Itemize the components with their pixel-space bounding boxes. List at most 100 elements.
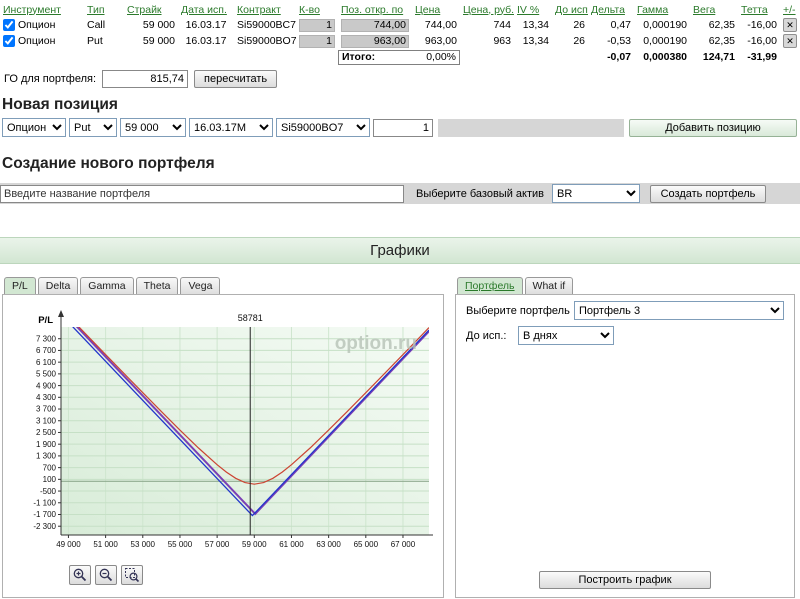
col-header-open-price[interactable]: Поз. откр. по: [341, 4, 403, 16]
create-portfolio-button[interactable]: Создать портфель: [650, 184, 766, 203]
pl-chart-panel: P/L Delta Gamma Theta Vega 58781 7 300 6 7…: [2, 277, 444, 598]
row-enabled-checkbox[interactable]: [3, 35, 15, 47]
svg-text:1 900: 1 900: [36, 440, 57, 449]
cell-instrument: Опцион: [0, 35, 84, 47]
svg-text:58781: 58781: [238, 313, 263, 323]
col-header-type[interactable]: Тип: [87, 4, 105, 16]
svg-text:-500: -500: [40, 487, 57, 496]
col-header-iv[interactable]: IV %: [517, 4, 539, 16]
recalculate-button[interactable]: пересчитать: [194, 70, 278, 88]
cell-type: Call: [87, 19, 106, 31]
delete-row-button[interactable]: ✕: [783, 18, 797, 32]
panels-area: P/L Delta Gamma Theta Vega 58781 7 300 6 7…: [0, 277, 800, 599]
totals-box: Итого: 0,00%: [338, 49, 460, 65]
tab-delta[interactable]: Delta: [37, 277, 79, 294]
col-header-vega[interactable]: Вега: [693, 4, 715, 16]
select-portfolio-label: Выберите портфель: [466, 304, 570, 317]
col-header-days[interactable]: До исп.: [555, 4, 588, 16]
totals-theta: -31,99: [747, 51, 777, 63]
margin-input[interactable]: [102, 70, 189, 88]
svg-text:61 000: 61 000: [279, 540, 304, 549]
cell-gamma: 0,000190: [643, 19, 687, 31]
call-put-select[interactable]: Put: [69, 118, 117, 137]
zoom-out-icon: [99, 568, 113, 582]
zoom-in-button[interactable]: [69, 565, 91, 585]
portfolio-body: Выберите портфель Портфель 3 До исп.: В …: [455, 294, 795, 598]
cell-contract: Si59000BO7: [237, 35, 296, 47]
tab-portfolio[interactable]: Портфель: [457, 277, 523, 294]
totals-delta: -0,07: [607, 51, 631, 63]
svg-text:1 300: 1 300: [36, 452, 57, 461]
cell-delete: ✕: [780, 34, 798, 48]
contract-select[interactable]: Si59000BO7: [276, 118, 370, 137]
svg-text:3 100: 3 100: [36, 416, 57, 425]
col-header-qty[interactable]: К-во: [299, 4, 320, 16]
new-qty-input[interactable]: [373, 118, 433, 137]
tab-what-if[interactable]: What if: [524, 277, 574, 294]
tab-theta[interactable]: Theta: [135, 277, 179, 294]
col-header-price[interactable]: Цена: [415, 4, 440, 16]
col-header-instrument[interactable]: Инструмент: [3, 4, 61, 16]
add-position-button[interactable]: Добавить позицию: [629, 118, 797, 137]
base-asset-select[interactable]: BR: [552, 184, 640, 203]
col-header-theta[interactable]: Тетта: [741, 4, 768, 16]
table-row: Опцион Call 59 000 16.03.17 Si59000BC7 7…: [0, 17, 798, 33]
open-price-input[interactable]: [341, 34, 409, 48]
cell-exp-date: 16.03.17: [185, 35, 227, 47]
qty-input[interactable]: [299, 34, 335, 48]
svg-text:option.ru: option.ru: [335, 333, 417, 354]
tab-gamma[interactable]: Gamma: [80, 277, 134, 294]
totals-label: Итого:: [342, 51, 376, 63]
days-select[interactable]: В днях: [518, 326, 614, 345]
svg-text:63 000: 63 000: [316, 540, 341, 549]
col-header-contract[interactable]: Контракт: [237, 4, 281, 16]
svg-text:6 100: 6 100: [36, 358, 57, 367]
open-price-input[interactable]: [341, 18, 409, 32]
exp-date-select[interactable]: 16.03.17M: [189, 118, 273, 137]
zoom-out-button[interactable]: [95, 565, 117, 585]
svg-text:-1 100: -1 100: [33, 498, 56, 507]
open-price-placeholder: [438, 118, 624, 137]
cell-contract: Si59000BC7: [237, 19, 296, 31]
zoom-controls: [69, 565, 143, 585]
cell-vega: 62,35: [708, 35, 735, 47]
cell-theta: -16,00: [747, 35, 777, 47]
row-enabled-checkbox[interactable]: [3, 19, 15, 31]
portfolio-name-input[interactable]: [0, 184, 404, 203]
strike-select[interactable]: 59 000: [120, 118, 186, 137]
col-header-price-rub[interactable]: Цена, руб.: [463, 4, 514, 16]
col-header-exp-date[interactable]: Дата исп.: [181, 4, 227, 16]
instrument-select[interactable]: Опцион: [2, 118, 66, 137]
svg-text:700: 700: [43, 463, 57, 472]
cell-iv: 13,34: [522, 35, 549, 47]
svg-text:P/L: P/L: [38, 315, 53, 326]
zoom-selection-button[interactable]: [121, 565, 143, 585]
cell-delete: ✕: [780, 18, 798, 32]
svg-text:65 000: 65 000: [354, 540, 379, 549]
cell-delta: 0,47: [610, 19, 631, 31]
days-row: До исп.: В днях: [466, 326, 784, 345]
cell-delta: -0,53: [607, 35, 631, 47]
svg-text:51 000: 51 000: [93, 540, 118, 549]
table-header-row: Инструмент Тип Страйк Дата исп. Контракт…: [0, 2, 798, 17]
new-portfolio-row: Выберите базовый актив BR Создать портфе…: [0, 183, 800, 204]
cell-qty: [296, 18, 338, 32]
margin-label: ГО для портфеля:: [4, 73, 97, 85]
cell-iv: 13,34: [522, 19, 549, 31]
qty-input[interactable]: [299, 18, 335, 32]
cell-type: Put: [87, 35, 103, 47]
totals-percent: 0,00%: [426, 51, 456, 63]
chart-body: 58781 7 300 6 700 6 100 5 500 4 900 4 300 3 700…: [2, 294, 444, 598]
col-header-delta[interactable]: Дельта: [591, 4, 625, 16]
chart-tabs: P/L Delta Gamma Theta Vega: [2, 277, 444, 294]
delete-row-button[interactable]: ✕: [783, 34, 797, 48]
col-header-strike[interactable]: Страйк: [127, 4, 162, 16]
tab-vega[interactable]: Vega: [180, 277, 221, 294]
portfolio-select[interactable]: Портфель 3: [574, 301, 784, 320]
svg-text:6 700: 6 700: [36, 346, 57, 355]
col-header-plusminus[interactable]: +/-: [783, 4, 796, 16]
build-chart-button[interactable]: Построить график: [539, 571, 711, 589]
tab-pl[interactable]: P/L: [4, 277, 36, 294]
cell-strike: 59 000: [142, 35, 175, 47]
col-header-gamma[interactable]: Гамма: [637, 4, 668, 16]
